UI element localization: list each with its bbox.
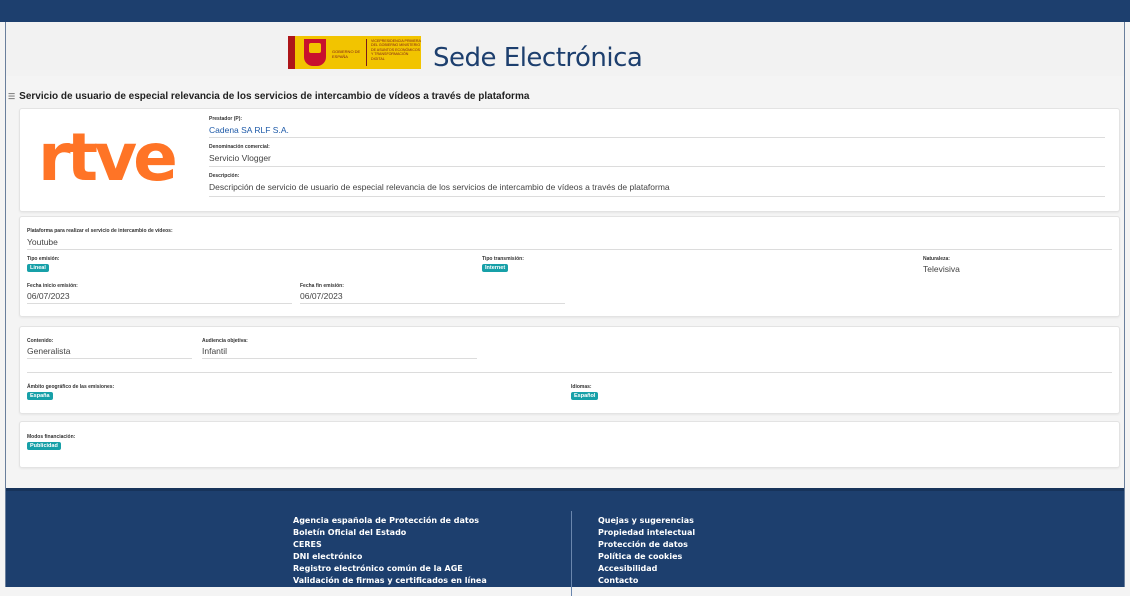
government-logo[interactable]: GOBIERNO DE ESPAÑA VICEPRESIDENCIA PRIME… bbox=[288, 36, 421, 69]
footer-link-cookies[interactable]: Política de cookies bbox=[598, 552, 682, 561]
plataforma-label: Plataforma para realizar el servicio de … bbox=[27, 228, 173, 234]
naturaleza-label: Naturaleza: bbox=[923, 256, 950, 262]
footer-link-propiedad[interactable]: Propiedad intelectual bbox=[598, 528, 695, 537]
tipo-emision-badge: Lineal bbox=[27, 264, 49, 272]
prestador-link[interactable]: Cadena SA RLF S.A. bbox=[209, 125, 289, 135]
page-title: ☰ Servicio de usuario de especial releva… bbox=[8, 91, 529, 102]
footer-link-accesibilidad[interactable]: Accesibilidad bbox=[598, 564, 657, 573]
footer-link-validacion[interactable]: Validación de firmas y certificados en l… bbox=[293, 576, 487, 585]
divider bbox=[209, 196, 1105, 197]
tipo-transmision-label: Tipo transmisión: bbox=[482, 256, 524, 262]
flag-stripe-yellow bbox=[295, 36, 302, 69]
footer-divider bbox=[571, 511, 572, 596]
flag-stripe bbox=[288, 36, 295, 69]
ambito-label: Ámbito geográfico de las emisiones: bbox=[27, 384, 115, 390]
header: GOBIERNO DE ESPAÑA VICEPRESIDENCIA PRIME… bbox=[6, 22, 1124, 76]
divider bbox=[27, 372, 1112, 373]
tipo-emision-label: Tipo emisión: bbox=[27, 256, 60, 262]
service-icon: ☰ bbox=[8, 92, 16, 101]
plataforma-value: Youtube bbox=[27, 237, 58, 247]
divider bbox=[300, 303, 565, 304]
financing-card: Modos financiación: Publicidad bbox=[19, 421, 1120, 468]
footer-link-ceres[interactable]: CERES bbox=[293, 540, 322, 549]
footer-link-aepd[interactable]: Agencia española de Protección de datos bbox=[293, 516, 479, 525]
tipo-transmision-badge: Internet bbox=[482, 264, 509, 272]
page-title-text: Servicio de usuario de especial relevanc… bbox=[19, 91, 530, 102]
contenido-value: Generalista bbox=[27, 346, 71, 356]
footer-link-contacto[interactable]: Contacto bbox=[598, 576, 638, 585]
divider bbox=[209, 166, 1105, 167]
fecha-fin-label: Fecha fin emisión: bbox=[300, 283, 344, 289]
audiencia-value: Infantil bbox=[202, 346, 228, 356]
footer: Agencia española de Protección de datos … bbox=[6, 488, 1124, 596]
divider bbox=[27, 249, 1112, 250]
site-title[interactable]: Sede Electrónica bbox=[433, 43, 643, 73]
prestador-label: Prestador (P): bbox=[209, 116, 243, 122]
footer-link-boe[interactable]: Boletín Oficial del Estado bbox=[293, 528, 406, 537]
audiencia-label: Audiencia objetiva: bbox=[202, 338, 248, 344]
content-card: Contenido: Generalista Audiencia objetiv… bbox=[19, 326, 1120, 414]
footer-link-dni[interactable]: DNI electrónico bbox=[293, 552, 362, 561]
footer-link-proteccion[interactable]: Protección de datos bbox=[598, 540, 688, 549]
footer-link-registro[interactable]: Registro electrónico común de la AGE bbox=[293, 564, 463, 573]
logo-separator bbox=[366, 39, 367, 66]
modos-label: Modos financiación: bbox=[27, 434, 76, 440]
footer-link-quejas[interactable]: Quejas y sugerencias bbox=[598, 516, 694, 525]
idiomas-badge: Español bbox=[571, 392, 599, 400]
logo-text-gobierno: GOBIERNO DE ESPAÑA bbox=[332, 49, 361, 59]
coat-of-arms-icon bbox=[304, 39, 326, 66]
divider bbox=[27, 303, 292, 304]
fecha-inicio-label: Fecha inicio emisión: bbox=[27, 283, 78, 289]
divider bbox=[202, 358, 477, 359]
top-bar bbox=[0, 0, 1130, 22]
denominacion-value: Servicio Vlogger bbox=[209, 153, 271, 163]
idiomas-label: Idiomas: bbox=[571, 384, 592, 390]
contenido-label: Contenido: bbox=[27, 338, 54, 344]
logo-text-ministry: VICEPRESIDENCIA PRIMERA DEL GOBIERNO MIN… bbox=[371, 39, 421, 61]
ambito-badge: España bbox=[27, 392, 53, 400]
divider bbox=[27, 358, 192, 359]
divider bbox=[209, 137, 1105, 138]
denominacion-label: Denominación comercial: bbox=[209, 144, 270, 150]
naturaleza-value: Televisiva bbox=[923, 264, 960, 274]
provider-card: rtve Prestador (P): Cadena SA RLF S.A. D… bbox=[19, 108, 1120, 212]
descripcion-label: Descripción: bbox=[209, 173, 240, 179]
emission-card: Plataforma para realizar el servicio de … bbox=[19, 216, 1120, 317]
fecha-fin-value: 06/07/2023 bbox=[300, 291, 343, 301]
fecha-inicio-value: 06/07/2023 bbox=[27, 291, 70, 301]
modos-badge: Publicidad bbox=[27, 442, 61, 450]
descripcion-value: Descripción de servicio de usuario de es… bbox=[209, 182, 670, 192]
rtve-logo: rtve bbox=[38, 119, 178, 196]
